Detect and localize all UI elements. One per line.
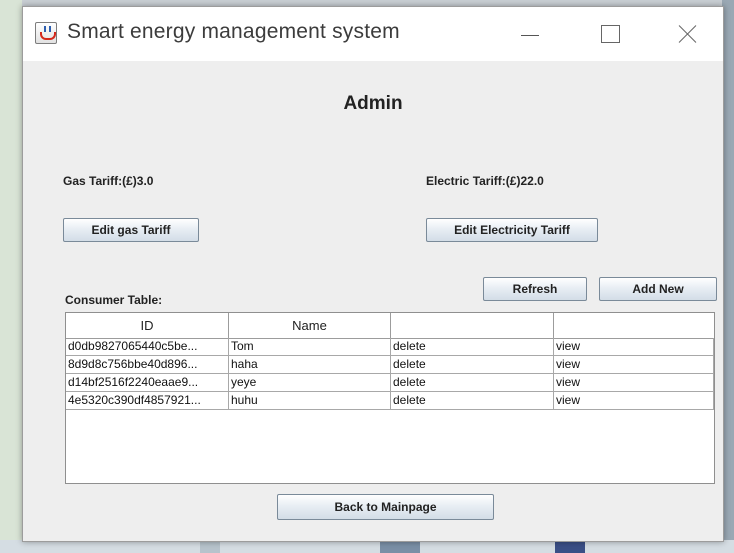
cell-id[interactable]: 8d9d8c756bbe40d896... xyxy=(66,356,229,373)
close-icon[interactable] xyxy=(668,17,708,51)
electric-tariff-label: Electric Tariff:(£)22.0 xyxy=(426,174,544,188)
table-row[interactable]: d0db9827065440c5be... Tom delete view xyxy=(66,338,714,356)
table-row[interactable]: 8d9d8c756bbe40d896... haha delete view xyxy=(66,356,714,374)
cell-id[interactable]: 4e5320c390df4857921... xyxy=(66,392,229,409)
view-cell[interactable]: view xyxy=(554,374,714,391)
cell-name[interactable]: Tom xyxy=(229,338,391,355)
view-cell[interactable]: view xyxy=(554,356,714,373)
delete-cell[interactable]: delete xyxy=(391,338,554,355)
column-header-action1[interactable] xyxy=(391,313,554,338)
title-bar[interactable]: Smart energy management system xyxy=(23,7,723,61)
refresh-button[interactable]: Refresh xyxy=(483,277,587,301)
java-cup-icon xyxy=(35,22,57,44)
cell-id[interactable]: d14bf2516f2240eaae9... xyxy=(66,374,229,391)
add-new-button[interactable]: Add New xyxy=(599,277,717,301)
consumer-table-label: Consumer Table: xyxy=(65,293,163,307)
back-to-mainpage-button[interactable]: Back to Mainpage xyxy=(277,494,494,520)
delete-cell[interactable]: delete xyxy=(391,374,554,391)
table-header: ID Name xyxy=(66,313,714,339)
window-title: Smart energy management system xyxy=(67,20,400,43)
delete-cell[interactable]: delete xyxy=(391,356,554,373)
maximize-icon[interactable] xyxy=(591,17,631,51)
table-row[interactable]: 4e5320c390df4857921... huhu delete view xyxy=(66,392,714,410)
cell-id[interactable]: d0db9827065440c5be... xyxy=(66,338,229,355)
minimize-icon[interactable] xyxy=(513,17,553,51)
column-header-name[interactable]: Name xyxy=(229,313,391,338)
view-cell[interactable]: view xyxy=(554,392,714,409)
desktop-background-left xyxy=(0,0,22,553)
cell-name[interactable]: haha xyxy=(229,356,391,373)
cell-name[interactable]: huhu xyxy=(229,392,391,409)
table-row[interactable]: d14bf2516f2240eaae9... yeye delete view xyxy=(66,374,714,392)
column-header-action2[interactable] xyxy=(554,313,714,338)
view-cell[interactable]: view xyxy=(554,338,714,355)
edit-electricity-tariff-button[interactable]: Edit Electricity Tariff xyxy=(426,218,598,242)
delete-cell[interactable]: delete xyxy=(391,392,554,409)
page-title: Admin xyxy=(343,93,403,114)
app-window: Smart energy management system Admin Gas… xyxy=(22,6,724,542)
cell-name[interactable]: yeye xyxy=(229,374,391,391)
gas-tariff-label: Gas Tariff:(£)3.0 xyxy=(63,174,154,188)
column-header-id[interactable]: ID xyxy=(66,313,229,338)
edit-gas-tariff-button[interactable]: Edit gas Tariff xyxy=(63,218,199,242)
consumer-table[interactable]: ID Name d0db9827065440c5be... Tom delete… xyxy=(65,312,715,484)
